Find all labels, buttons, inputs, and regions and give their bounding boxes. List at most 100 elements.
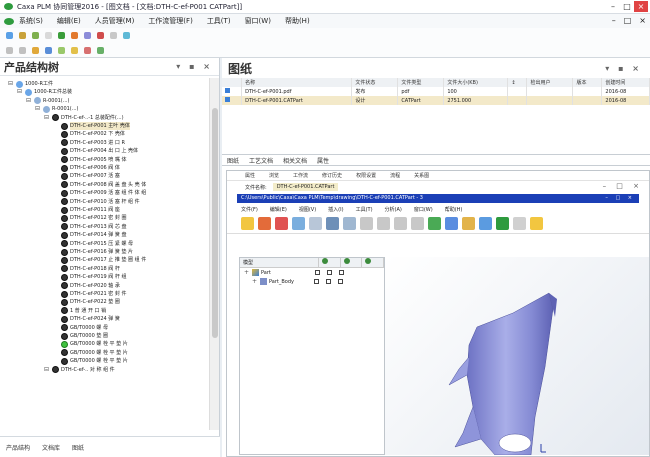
print-icon[interactable]	[110, 32, 117, 39]
tree-node[interactable]: DTH-C-ef-P016 弹 簧 垫 片	[53, 248, 133, 256]
save-icon[interactable]	[32, 32, 39, 39]
tree-expander-icon[interactable]: ⊟	[44, 114, 50, 122]
catia-redo-icon[interactable]	[326, 217, 339, 230]
catia-copy-icon[interactable]	[275, 217, 288, 230]
tree-node[interactable]: DTH-C-ef-P007 活 塞	[53, 172, 120, 180]
close-button[interactable]: ×	[634, 1, 648, 12]
catia-menu-file[interactable]: 文件(F)	[241, 206, 258, 213]
menu-edit[interactable]: 编辑(E)	[57, 16, 81, 26]
tree-node[interactable]: ⊟ 1000-R工件总装	[17, 88, 72, 96]
catia-menu-help[interactable]: 帮助(H)	[445, 206, 463, 213]
catia-paste-icon[interactable]	[292, 217, 305, 230]
tree-node[interactable]: DTH-C-ef-P017 止 推 垫 圈 组 件	[53, 256, 146, 264]
forward-icon[interactable]	[19, 47, 26, 54]
catia-menu-analyze[interactable]: 分析(A)	[385, 206, 402, 213]
tab-drawing[interactable]: 图纸	[227, 156, 239, 165]
unlock-icon[interactable]	[84, 47, 91, 54]
col-name[interactable]: 名称	[241, 78, 353, 87]
catia-grid2-icon[interactable]	[377, 217, 390, 230]
catia-grid3-icon[interactable]	[394, 217, 407, 230]
properties-icon[interactable]	[45, 47, 52, 54]
catia-undo-icon[interactable]	[309, 217, 322, 230]
catia-grid1-icon[interactable]	[360, 217, 373, 230]
folder-icon[interactable]	[32, 47, 39, 54]
table-row[interactable]: DTH-C-ef-P001.CATPart 设计 CATPart 2751.00…	[222, 96, 650, 105]
menu-system[interactable]: 系统(S)	[19, 16, 43, 26]
lock-icon[interactable]	[71, 47, 78, 54]
col-type[interactable]: 文件类型	[397, 78, 445, 87]
catia-open-icon[interactable]	[241, 217, 254, 230]
viewer-menu-attr[interactable]: 属性	[245, 172, 255, 179]
spec-col-model[interactable]: 模型	[240, 258, 319, 267]
tree-node[interactable]: DTH-C-ef-P010 活 塞 杆 组 件	[53, 198, 140, 206]
checkbox[interactable]	[314, 279, 319, 284]
browse-icon[interactable]	[84, 32, 91, 39]
tree-node[interactable]: DTH-C-ef-P012 密 封 圈	[53, 214, 126, 222]
col-status[interactable]: 文件状态	[351, 78, 399, 87]
catia-menu-insert[interactable]: 插入(I)	[328, 206, 343, 213]
spec-row-body[interactable]: + Part_Body	[240, 277, 384, 286]
catia-fly-icon[interactable]	[343, 217, 356, 230]
tree-node[interactable]: ⊟ R-0001(...)	[26, 97, 69, 105]
tree-expander-icon[interactable]: ⊟	[17, 88, 23, 96]
tree-node[interactable]: GB/T0000 螺 栓 平 垫 片	[53, 340, 128, 348]
spec-row-part[interactable]: + Part	[240, 268, 384, 277]
col-version[interactable]: 版本	[572, 78, 603, 87]
tree-node[interactable]: DTH-C-ef-P022 垫 圈	[53, 298, 120, 306]
catia-render-icon[interactable]	[496, 217, 509, 230]
viewer-menu-permission[interactable]: 权限设置	[356, 172, 376, 179]
viewer-menu-browse[interactable]: 浏览	[269, 172, 279, 179]
expand-icon[interactable]: +	[252, 278, 258, 285]
tree-node[interactable]: ⊟ R-0001(...)	[35, 105, 78, 113]
checkbox[interactable]	[326, 270, 332, 275]
mdi-restore-button[interactable]: □	[624, 16, 632, 25]
viewer-menu-history[interactable]: 修订历史	[322, 172, 342, 179]
refresh-icon[interactable]	[123, 32, 130, 39]
tree-node[interactable]: DTH-C-ef-P008 阀 盖 盘 头 壳 体	[53, 181, 146, 189]
spec-col-c[interactable]	[362, 258, 384, 267]
expand-icon[interactable]: +	[244, 269, 250, 276]
table-row[interactable]: DTH-C-ef-P001.pdf 发布 pdf 100 2016-08	[222, 87, 650, 96]
tree-node[interactable]: GB/T0000 垫 圈	[53, 332, 108, 340]
tree-node[interactable]: DTH-C-ef-P006 阀 体	[53, 164, 120, 172]
spec-col-a[interactable]	[319, 258, 341, 267]
col-size[interactable]: 文件大小(KB)	[443, 78, 509, 87]
menu-window[interactable]: 窗口(W)	[245, 16, 271, 26]
menu-tools[interactable]: 工具(T)	[207, 16, 231, 26]
3d-viewport[interactable]	[385, 257, 649, 455]
mdi-close-button[interactable]: ×	[639, 16, 646, 25]
tree-node[interactable]: ⊟ DTH-C-ef-.. 对 称 组 件	[44, 366, 115, 374]
tree-node[interactable]: DTH-C-ef-P001 主叶 壳体	[53, 122, 130, 130]
maximize-button[interactable]: □	[620, 1, 634, 12]
col-checkout-user[interactable]: 检出用户	[526, 78, 574, 87]
viewer-menu-process[interactable]: 流程	[390, 172, 400, 179]
tab-attributes[interactable]: 属性	[317, 156, 329, 165]
catia-menu-view[interactable]: 视图(V)	[299, 206, 316, 213]
open-icon[interactable]	[19, 32, 26, 39]
tree-expander-icon[interactable]: ⊟	[26, 97, 32, 105]
tree-node[interactable]: DTH-C-ef-P003 进 口 R	[53, 139, 125, 147]
catia-view-icon[interactable]	[513, 217, 526, 230]
tree-node[interactable]: DTH-C-ef-P005 喷 嘴 体	[53, 156, 126, 164]
catia-pan-icon[interactable]	[428, 217, 441, 230]
tree-node[interactable]: DTH-C-ef-P020 轴 承	[53, 282, 120, 290]
new-icon[interactable]	[6, 32, 13, 39]
checkbox[interactable]	[338, 270, 344, 275]
tree-node[interactable]: DTH-C-ef-P014 弹 簧 盘	[53, 231, 126, 239]
tree-node[interactable]: GB/T0000 螺 栓 平 垫 片	[53, 357, 128, 365]
tab-process-docs[interactable]: 工艺文档	[249, 156, 273, 165]
tab-document-library[interactable]: 文档库	[42, 443, 60, 452]
catia-material-icon[interactable]	[530, 217, 543, 230]
tree-node[interactable]: DTH-C-ef-P013 阀 芯 盘	[53, 223, 126, 231]
catia-grid4-icon[interactable]	[411, 217, 424, 230]
mdi-minimize-button[interactable]: –	[612, 16, 616, 25]
catia-rotate-icon[interactable]	[445, 217, 458, 230]
tree-node[interactable]: DTH-C-ef-P019 阀 杆 组	[53, 273, 126, 281]
tree-node[interactable]: DTH-C-ef-P018 阀 杆	[53, 265, 120, 273]
minimize-button[interactable]: –	[606, 1, 620, 12]
link-icon[interactable]	[58, 47, 65, 54]
tree-expander-icon[interactable]: ⊟	[44, 366, 50, 374]
checkbox[interactable]	[338, 279, 343, 284]
catia-cut-icon[interactable]	[258, 217, 271, 230]
release-icon[interactable]	[97, 47, 104, 54]
